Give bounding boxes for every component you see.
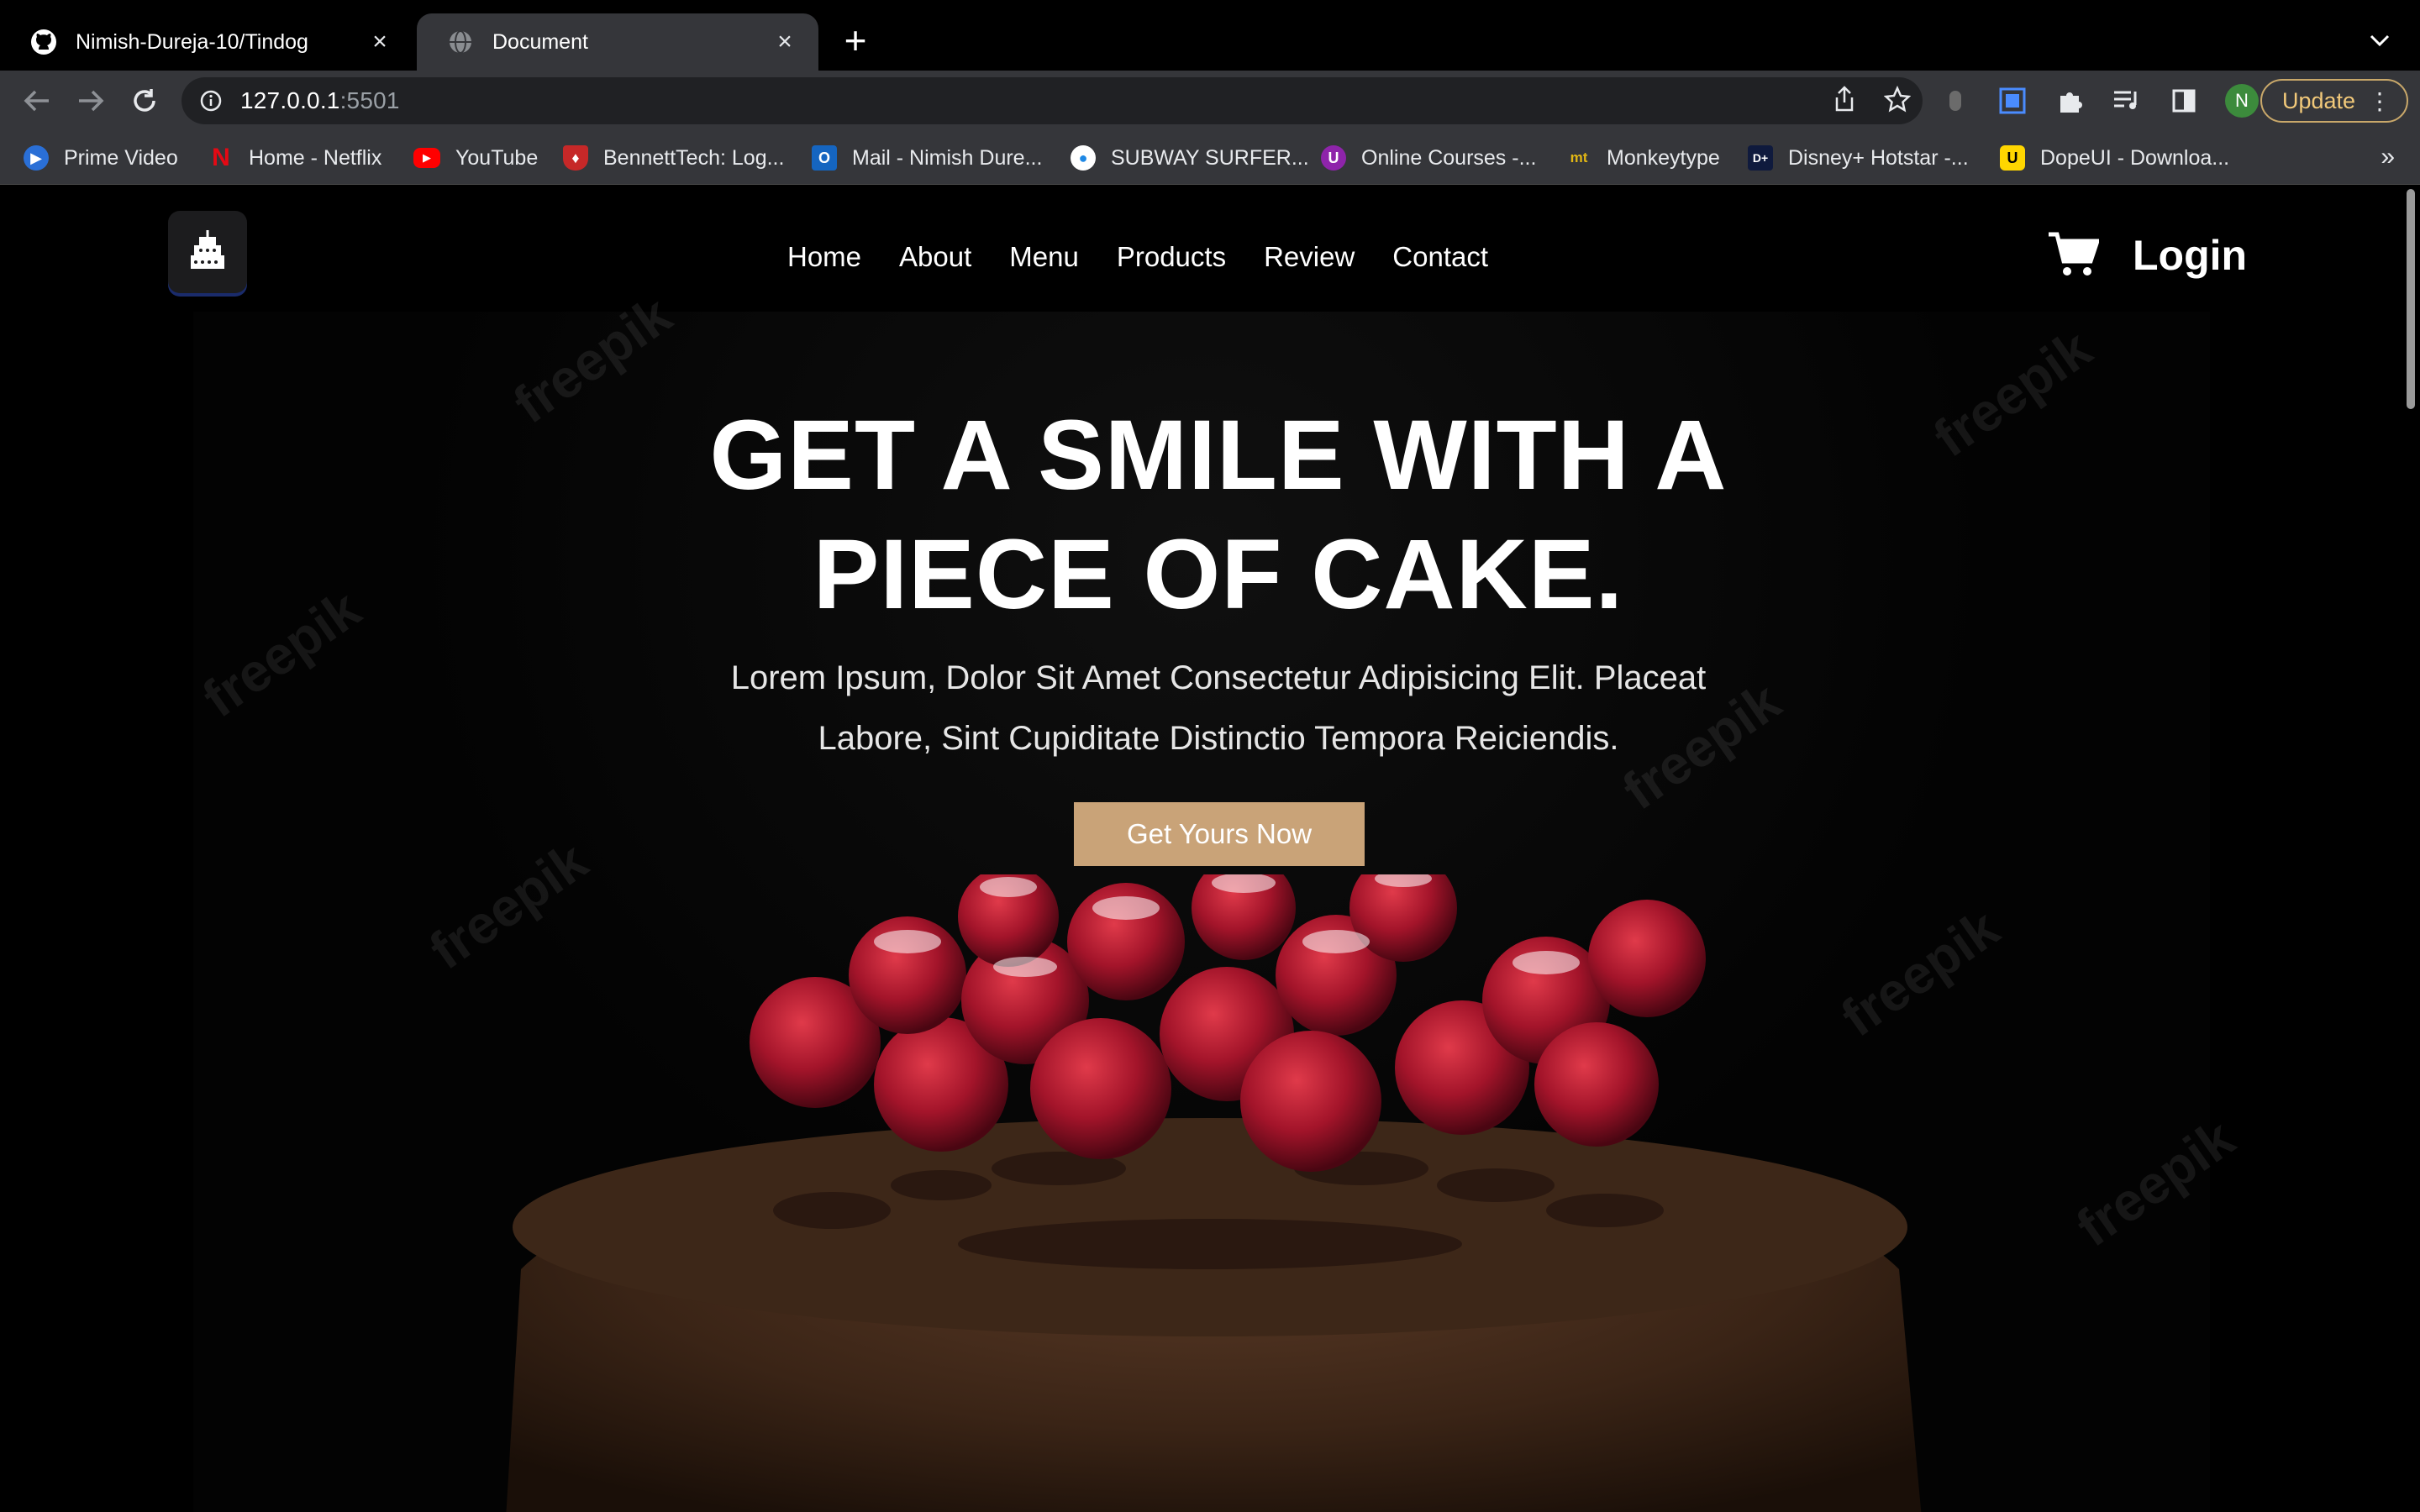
scrollbar-thumb[interactable] [2407,189,2415,409]
extension-mouse-icon[interactable] [1939,85,1971,117]
github-icon [30,29,57,55]
bookmark-label: BennettTech: Log... [603,145,785,170]
bookmark-bennett[interactable]: ♦ BennettTech: Log... [563,143,784,173]
tab-github[interactable]: Nimish-Dureja-10/Tindog × [0,13,413,71]
nav-about[interactable]: About [899,241,971,273]
bookmark-label: DopeUI - Downloa... [2040,145,2230,170]
update-button[interactable]: Update ⋮ [2260,79,2408,123]
site-logo[interactable] [168,211,247,293]
bookmark-label: Prime Video [64,145,178,170]
profile-avatar[interactable]: N [2225,84,2259,118]
bookmark-netflix[interactable]: N Home - Netflix [208,143,381,173]
chevron-down-icon[interactable] [2363,24,2396,57]
bookmark-label: SUBWAY SURFER... [1111,145,1309,170]
monkeytype-icon: mt [1570,150,1588,165]
bookmark-youtube[interactable]: ▶ YouTube [413,143,538,173]
tab-document[interactable]: Document × [417,13,818,71]
share-icon[interactable] [1833,85,1855,117]
bookmark-subway[interactable]: ● SUBWAY SURFER... [1071,143,1309,173]
nav-products[interactable]: Products [1117,241,1226,273]
screen-capture-icon[interactable] [1996,85,2028,117]
web-page: freepik freepik freepik freepik freepik … [0,186,2420,1512]
info-icon[interactable] [198,88,224,113]
cart-icon[interactable] [2047,231,2101,278]
dopeui-icon: U [2000,145,2025,171]
bookmark-label: Disney+ Hotstar -... [1788,145,1969,170]
media-control-icon[interactable] [2111,85,2143,117]
udemy-icon: U [1321,145,1346,171]
bookmark-label: Monkeytype [1607,145,1720,170]
bennett-icon: ♦ [563,145,588,171]
bookmark-udemy[interactable]: U Online Courses -... [1321,143,1536,173]
puzzle-icon[interactable] [2054,85,2086,117]
outlook-icon: O [812,145,837,171]
browser-toolbar: 127.0.0.1:5501 N Update ⋮ [0,71,2420,129]
close-icon[interactable]: × [366,28,393,55]
cake-image [506,874,1922,1512]
reload-button[interactable] [126,82,163,119]
extensions-row: N [1939,82,2259,119]
hero-headline: GET A SMILE WITH A PIECE OF CAKE. [0,396,2420,634]
bookmark-label: YouTube [455,145,539,170]
bookmark-prime-video[interactable]: ▶ Prime Video [24,143,178,173]
tab-title: Document [492,29,588,54]
headline-line-1: GET A SMILE WITH A [709,400,1728,511]
bookmarks-bar: ▶ Prime Video N Home - Netflix ▶ YouTube… [0,129,2420,185]
bookmark-hotstar[interactable]: D+ Disney+ Hotstar -... [1748,143,1969,173]
globe-icon [447,29,474,55]
side-panel-icon[interactable] [2168,85,2200,117]
subway-icon: ● [1071,145,1096,171]
main-nav: Home About Menu Products Review Contact [787,241,1488,273]
hero-subtext: Lorem Ipsum, Dolor Sit Amet Consectetur … [730,659,1707,757]
bookmark-star-icon[interactable] [1883,85,1912,117]
headline-line-2: PIECE OF CAKE. [813,519,1624,630]
tab-title: Nimish-Dureja-10/Tindog [76,29,308,54]
page-scrollbar[interactable] [2402,186,2420,1512]
bookmark-monkeytype[interactable]: mt Monkeytype [1566,143,1720,173]
bookmark-label: Home - Netflix [249,145,382,170]
url-text: 127.0.0.1:5501 [240,87,400,113]
nav-contact[interactable]: Contact [1392,241,1488,273]
forward-button[interactable] [72,82,109,119]
nav-menu[interactable]: Menu [1009,241,1079,273]
bookmark-label: Mail - Nimish Dure... [852,145,1043,170]
new-tab-button[interactable]: + [835,21,876,62]
tab-strip: Nimish-Dureja-10/Tindog × Document × + [0,0,2420,71]
get-yours-now-button[interactable]: Get Yours Now [1074,802,1365,866]
update-label: Update [2282,87,2356,113]
youtube-icon: ▶ [413,148,440,168]
more-menu-icon[interactable]: ⋮ [2368,87,2391,116]
bookmarks-overflow-button[interactable]: » [2381,143,2395,171]
close-icon[interactable]: × [771,28,798,55]
nav-review[interactable]: Review [1264,241,1355,273]
hotstar-icon: D+ [1748,145,1773,171]
bookmark-outlook[interactable]: O Mail - Nimish Dure... [812,143,1042,173]
login-link[interactable]: Login [2133,231,2247,280]
nav-home[interactable]: Home [787,241,861,273]
bookmark-dopeui[interactable]: U DopeUI - Downloa... [2000,143,2229,173]
address-bar[interactable]: 127.0.0.1:5501 [182,77,1923,124]
cake-logo-icon [191,230,224,269]
prime-video-icon: ▶ [24,145,49,171]
back-button[interactable] [18,82,55,119]
netflix-icon: N [212,144,230,171]
bookmark-label: Online Courses -... [1361,145,1537,170]
